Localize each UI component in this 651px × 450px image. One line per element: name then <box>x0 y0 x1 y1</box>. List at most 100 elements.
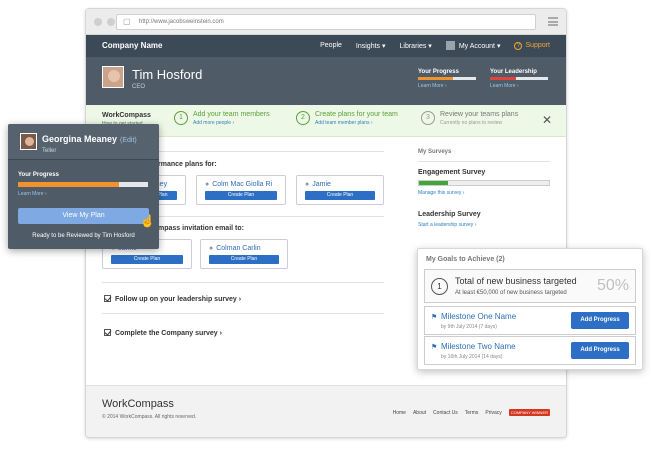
employee-name-text: Jamie <box>312 181 331 188</box>
invite-section-title: mpass invitation email to: <box>158 225 244 232</box>
footer: WorkCompass © 2014 WorkCompass. All righ… <box>86 385 566 437</box>
employee-progress-card: Georgina Meaney (Edit) Teller Your Progre… <box>8 124 159 249</box>
onboarding-brand: WorkCompass <box>102 112 151 119</box>
plans-section-title: rmance plans for: <box>158 161 217 168</box>
close-window-dot[interactable] <box>94 18 102 26</box>
view-my-plan-button[interactable]: View My Plan <box>18 208 149 224</box>
close-icon[interactable]: ✕ <box>542 113 552 127</box>
milestone-date: by 16th July 2014 (14 days) <box>441 354 503 360</box>
employee-card: ● Colman Carlin Create Plan <box>200 239 288 269</box>
nav-people[interactable]: People <box>320 42 342 49</box>
learn-more-link[interactable]: Learn More › <box>18 191 47 197</box>
my-surveys-title: My Surveys <box>418 149 452 155</box>
task-company-survey[interactable]: Complete the Company survey › <box>104 329 222 337</box>
person-icon: ● <box>305 181 310 188</box>
onboarding-step-1[interactable]: 1 Add your team members Add more people … <box>174 111 270 126</box>
footer-link-about[interactable]: About <box>413 410 426 416</box>
step-link[interactable]: Add more people › <box>193 120 270 126</box>
your-progress-fill <box>418 77 453 80</box>
help-icon: ? <box>514 41 523 50</box>
task-label: Complete the Company survey › <box>115 330 222 337</box>
employee-name: Georgina Meaney (Edit) <box>42 134 137 144</box>
goal-item[interactable]: 1 Total of new business targeted At leas… <box>424 269 636 303</box>
employee-name[interactable]: ● Colman Carlin <box>209 245 261 252</box>
minimize-window-dot[interactable] <box>107 18 115 26</box>
leadership-survey-name[interactable]: Leadership Survey <box>418 211 481 218</box>
employee-name-text: Georgina Meaney <box>42 134 118 144</box>
nav-insights[interactable]: Insights ▾ <box>356 42 386 50</box>
flag-icon: ⚑ <box>431 344 438 351</box>
step-number: 3 <box>421 111 435 125</box>
start-survey-link[interactable]: Start a leadership survey › <box>418 222 476 228</box>
goal-number: 1 <box>431 278 448 295</box>
milestone-name[interactable]: Milestone One Name <box>441 312 516 321</box>
step-title: Add your team members <box>193 111 270 118</box>
employee-name[interactable]: ● Colm Mac Giolla Ri <box>205 181 272 188</box>
employee-card: ● Colm Mac Giolla Ri Create Plan <box>196 175 286 205</box>
employee-card-header: Georgina Meaney (Edit) Teller <box>8 124 159 160</box>
nav-libraries[interactable]: Libraries ▾ <box>400 42 432 50</box>
page-icon: ▢ <box>123 17 131 26</box>
address-bar[interactable]: ▢ http://www.jacobsweinstein.com <box>116 14 536 30</box>
hamburger-menu-icon[interactable] <box>548 17 558 26</box>
review-status: Ready to be Reviewed by Tim Hosford <box>32 233 135 239</box>
your-leadership-label: Your Leadership <box>490 69 537 75</box>
goal-title: Total of new business targeted <box>455 276 577 286</box>
milestone-item: ⚑ Milestone Two Name by 16th July 2014 (… <box>424 336 636 365</box>
manage-survey-link[interactable]: Manage this survey › <box>418 190 464 196</box>
milestone-name[interactable]: Milestone Two Name <box>441 342 516 351</box>
footer-copyright: © 2014 WorkCompass. All rights reserved. <box>102 414 197 420</box>
account-avatar-icon <box>445 41 455 50</box>
nav-my-account[interactable]: My Account ▾ <box>445 41 500 50</box>
milestone-date: by 9th July 2014 (7 days) <box>441 324 497 330</box>
add-progress-button[interactable]: Add Progress <box>571 312 629 329</box>
step-number: 2 <box>296 111 310 125</box>
task-label: Follow up on your leadership survey › <box>115 296 242 303</box>
your-leadership-block: Your Leadership Learn More › <box>490 69 548 89</box>
your-leadership-learn-more[interactable]: Learn More › <box>490 83 548 89</box>
footer-link-contact[interactable]: Contact Us <box>433 410 458 416</box>
engagement-survey-name[interactable]: Engagement Survey <box>418 169 485 176</box>
nav-items: People Insights ▾ Libraries ▾ My Account… <box>320 41 550 50</box>
footer-link-terms[interactable]: Terms <box>465 410 479 416</box>
step-title: Create plans for your team <box>315 111 398 118</box>
engagement-survey-fill <box>419 181 448 185</box>
nav-support[interactable]: ? Support <box>514 41 550 50</box>
create-plan-button[interactable]: Create Plan <box>305 191 375 200</box>
footer-link-home[interactable]: Home <box>393 410 406 416</box>
divider <box>418 161 550 162</box>
your-leadership-fill <box>490 77 517 80</box>
support-label: Support <box>525 41 550 49</box>
task-follow-up-survey[interactable]: Follow up on your leadership survey › <box>104 295 241 303</box>
divider <box>102 282 384 283</box>
goals-card: My Goals to Achieve (2) 1 Total of new b… <box>417 248 643 370</box>
goal-description: At least €50,000 of new business targete… <box>455 290 567 296</box>
goal-percentage: 50% <box>596 277 629 294</box>
step-number: 1 <box>174 111 188 125</box>
create-plan-button[interactable]: Create Plan <box>205 191 277 200</box>
award-badge: COMPANY WINNER <box>508 409 550 416</box>
step-link[interactable]: Add team member plans › <box>315 120 398 126</box>
onboarding-step-2[interactable]: 2 Create plans for your team Add team me… <box>296 111 398 126</box>
profile-name: Tim Hosford <box>132 67 203 82</box>
flag-icon: ⚑ <box>431 314 438 321</box>
check-icon <box>104 295 111 302</box>
create-plan-button[interactable]: Create Plan <box>209 255 279 264</box>
your-progress-label: Your Progress <box>418 69 459 75</box>
brand-name[interactable]: Company Name <box>102 41 162 50</box>
avatar <box>20 133 37 150</box>
add-progress-button[interactable]: Add Progress <box>571 342 629 359</box>
your-progress-learn-more[interactable]: Learn More › <box>418 83 476 89</box>
footer-links: Home About Contact Us Terms Privacy COMP… <box>393 409 550 416</box>
employee-name-text: Colm Mac Giolla Ri <box>212 181 273 188</box>
employee-name[interactable]: ●Jamie <box>305 181 331 188</box>
onboarding-step-3: 3 Review your teams plans Currently no p… <box>421 111 518 126</box>
check-icon <box>104 329 111 336</box>
your-leadership-bar <box>490 77 548 80</box>
milestone-item: ⚑ Milestone One Name by 9th July 2014 (7… <box>424 306 636 335</box>
edit-link[interactable]: (Edit) <box>120 137 137 144</box>
goals-title: My Goals to Achieve (2) <box>426 256 505 263</box>
footer-link-privacy[interactable]: Privacy <box>485 410 501 416</box>
progress-bar <box>18 182 148 187</box>
create-plan-button[interactable]: Create Plan <box>111 255 183 264</box>
